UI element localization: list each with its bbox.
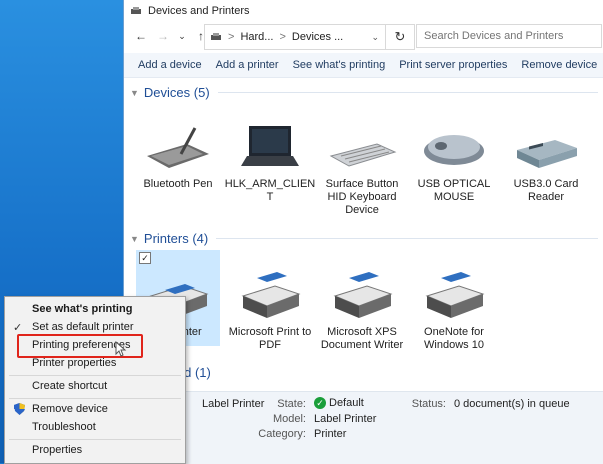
context-menu: See what's printing ✓ Set as default prin… [4,296,186,464]
refresh-button[interactable]: ↻ [386,24,415,50]
menu-item-properties[interactable]: Properties [5,440,185,460]
pen-tablet-icon [147,127,209,168]
menu-item-label: See what's printing [32,303,133,315]
add-printer-button[interactable]: Add a printer [209,59,286,71]
breadcrumb-separator: > [228,31,235,43]
menu-item-label: Remove device [32,403,108,415]
selection-checkbox[interactable]: ✓ [139,252,151,264]
printers-group-header[interactable]: ▼ Printers (4) [130,231,598,246]
recent-locations-button[interactable]: ⌄ [176,27,188,45]
printer-microsoft-xps-document-writer[interactable]: Microsoft XPS Document Writer [316,266,408,352]
collapse-chevron-icon[interactable]: ▼ [130,234,139,244]
printer-icon [241,272,301,318]
search-box[interactable] [416,24,602,48]
window-title: Devices and Printers [148,5,250,17]
mouse-icon [424,135,484,165]
print-server-properties-button[interactable]: Print server properties [392,59,514,71]
device-usb-optical-mouse[interactable]: USB OPTICAL MOUSE [408,124,500,204]
category-label: Category: [258,428,306,440]
mouse-pointer-icon [115,341,127,357]
device-bluetooth-pen[interactable]: Bluetooth Pen [132,124,224,191]
command-bar: Add a device Add a printer See what's pr… [124,53,603,78]
category-value: Printer [314,428,347,440]
keyboard-icon [329,143,397,167]
breadcrumb-devices[interactable]: Devices ... [292,31,343,43]
printer-icon [333,272,393,318]
printer-label: Microsoft Print to PDF [228,326,312,351]
device-surface-keyboard[interactable]: Surface Button HID Keyboard Device [316,124,408,217]
printer-microsoft-print-to-pdf[interactable]: Microsoft Print to PDF [224,266,316,352]
menu-item-label: Create shortcut [32,380,108,392]
device-hlk-arm-client[interactable]: HLK_ARM_CLIEN T [224,124,316,204]
address-bar[interactable]: > Hard... > Devices ... ⌄ [204,24,386,50]
checkmark-icon: ✓ [13,321,23,334]
device-label: Surface Button HID Keyboard Device [325,178,399,216]
breadcrumb-hardware[interactable]: Hard... [240,31,273,43]
printer-icon [425,272,485,318]
explorer-window: Devices and Printers ← → ⌄ ↑ > Hard... >… [123,0,603,464]
group-divider [217,92,598,93]
menu-item-label: Printer properties [32,357,117,369]
menu-item-printer-properties[interactable]: Printer properties [5,353,185,373]
printer-label: OneNote for Windows 10 [424,326,484,351]
menu-item-remove-device[interactable]: Remove device [5,399,185,419]
group-divider [216,238,598,239]
menu-item-label: Set as default printer [32,321,134,333]
forward-button[interactable]: → [154,27,172,45]
details-pane: Label Printer State: ✓ Default Model: Lab… [124,391,603,464]
checkmark-icon: ✓ [314,397,326,410]
laptop-icon [241,126,299,166]
remove-device-button[interactable]: Remove device [514,59,603,71]
device-label: USB OPTICAL MOUSE [417,178,491,203]
model-value: Label Printer [314,413,377,425]
status-value: 0 document(s) in queue [454,398,570,410]
state-text: Default [329,397,364,409]
state-label: State: [277,398,306,410]
menu-item-create-shortcut[interactable]: Create shortcut [5,376,185,396]
add-device-button[interactable]: Add a device [124,59,209,71]
device-label: HLK_ARM_CLIEN T [224,178,316,203]
title-bar: Devices and Printers [124,0,603,22]
see-whats-printing-button[interactable]: See what's printing [286,59,393,71]
menu-item-label: Properties [32,444,83,456]
printer-label: Microsoft XPS Document Writer [320,326,404,351]
state-value: ✓ Default [314,397,364,410]
uac-shield-icon [14,403,25,415]
status-label: Status: [411,398,446,410]
card-reader-icon [517,140,577,168]
menu-item-label: Troubleshoot [32,421,96,433]
devices-printers-icon [131,7,141,14]
device-label: Bluetooth Pen [143,178,213,190]
printers-group-title: Printers (4) [143,231,209,246]
device-usb3-card-reader[interactable]: USB3.0 Card Reader [500,124,592,204]
devices-group-title: Devices (5) [143,85,210,100]
devices-group-header[interactable]: ▼ Devices (5) [130,85,598,100]
search-input[interactable] [422,29,586,43]
collapse-chevron-icon[interactable]: ▼ [130,88,139,98]
back-button[interactable]: ← [132,27,150,45]
device-label: USB3.0 Card Reader [513,178,579,203]
menu-item-troubleshoot[interactable]: Troubleshoot [5,417,185,437]
breadcrumb-separator: > [279,31,286,43]
address-dropdown-icon[interactable]: ⌄ [371,32,379,43]
printer-onenote-for-windows-10[interactable]: OneNote for Windows 10 [408,266,500,352]
menu-item-see-whats-printing[interactable]: See what's printing [5,299,185,319]
model-label: Model: [272,413,306,425]
location-icon [211,33,221,40]
